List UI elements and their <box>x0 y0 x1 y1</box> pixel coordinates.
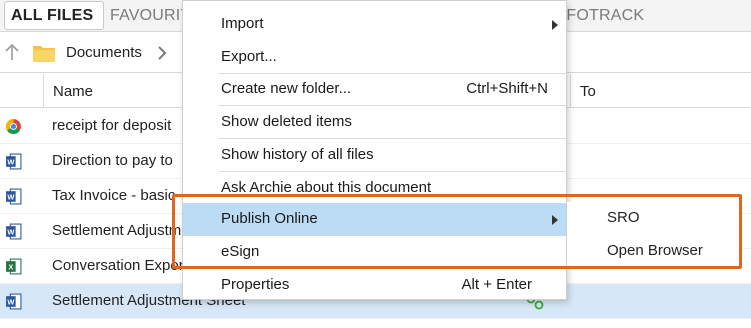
breadcrumb-documents[interactable]: Documents <box>66 44 142 61</box>
menu-item-label: Export... <box>221 48 277 65</box>
file-name: Settlement Adjustment <box>52 222 203 239</box>
publish-online-submenu: SRO Open Browser <box>567 202 742 268</box>
menu-item-esign[interactable]: eSign <box>183 236 566 269</box>
menu-item-show-history[interactable]: Show history of all files <box>183 139 566 172</box>
menu-item-label: Ask Archie about this document <box>221 179 432 196</box>
word-doc-icon: W <box>6 153 22 170</box>
folder-icon <box>33 46 55 62</box>
chrome-icon <box>6 119 21 135</box>
svg-text:W: W <box>7 298 14 307</box>
menu-item-export[interactable]: Export... <box>183 41 566 74</box>
menu-item-label: Show deleted items <box>221 113 352 130</box>
file-name: receipt for deposit <box>52 117 172 134</box>
excel-doc-icon: X <box>6 258 22 275</box>
menu-item-label: Create new folder... <box>221 80 352 97</box>
svg-text:W: W <box>7 193 14 202</box>
menu-item-label: Import <box>221 15 264 32</box>
column-divider[interactable] <box>43 74 44 108</box>
column-to[interactable]: To <box>580 83 596 100</box>
menu-item-label: Publish Online <box>221 210 318 227</box>
menu-item-import[interactable]: Import <box>183 8 566 41</box>
file-name: Tax Invoice - basic <box>52 187 176 204</box>
up-arrow-icon[interactable] <box>4 43 20 61</box>
chevron-right-icon[interactable] <box>156 45 168 61</box>
menu-item-properties[interactable]: Properties Alt + Enter <box>183 269 566 302</box>
word-doc-icon: W <box>6 188 22 205</box>
menu-item-create-new-folder[interactable]: Create new folder... Ctrl+Shift+N <box>183 73 566 106</box>
column-divider[interactable] <box>570 74 571 108</box>
menu-item-label: Properties <box>221 276 290 293</box>
tab-all-files[interactable]: ALL FILES <box>4 1 105 30</box>
word-doc-icon: W <box>6 223 22 240</box>
menu-item-show-deleted[interactable]: Show deleted items <box>183 106 566 139</box>
submenu-arrow-icon <box>552 20 558 30</box>
svg-text:X: X <box>8 263 13 272</box>
submenu-item-open-browser[interactable]: Open Browser <box>567 235 742 268</box>
submenu-arrow-icon <box>552 215 558 225</box>
menu-item-label: Show history of all files <box>221 146 374 163</box>
word-doc-icon: W <box>6 293 22 310</box>
file-name: Direction to pay to <box>52 152 173 169</box>
svg-text:W: W <box>7 228 14 237</box>
menu-shortcut: Ctrl+Shift+N <box>466 80 548 97</box>
submenu-item-label: Open Browser <box>607 242 703 259</box>
menu-item-label: eSign <box>221 243 260 260</box>
context-menu: Import Export... Create new folder... Ct… <box>182 0 567 300</box>
file-name: Conversation Export <box>52 257 188 274</box>
submenu-item-sro[interactable]: SRO <box>567 202 742 235</box>
svg-text:W: W <box>7 158 14 167</box>
column-name[interactable]: Name <box>53 83 93 100</box>
menu-shortcut: Alt + Enter <box>461 276 532 293</box>
menu-item-ask-archie[interactable]: Ask Archie about this document <box>183 172 566 205</box>
menu-item-publish-online[interactable]: Publish Online <box>183 203 566 236</box>
submenu-item-label: SRO <box>607 209 640 226</box>
